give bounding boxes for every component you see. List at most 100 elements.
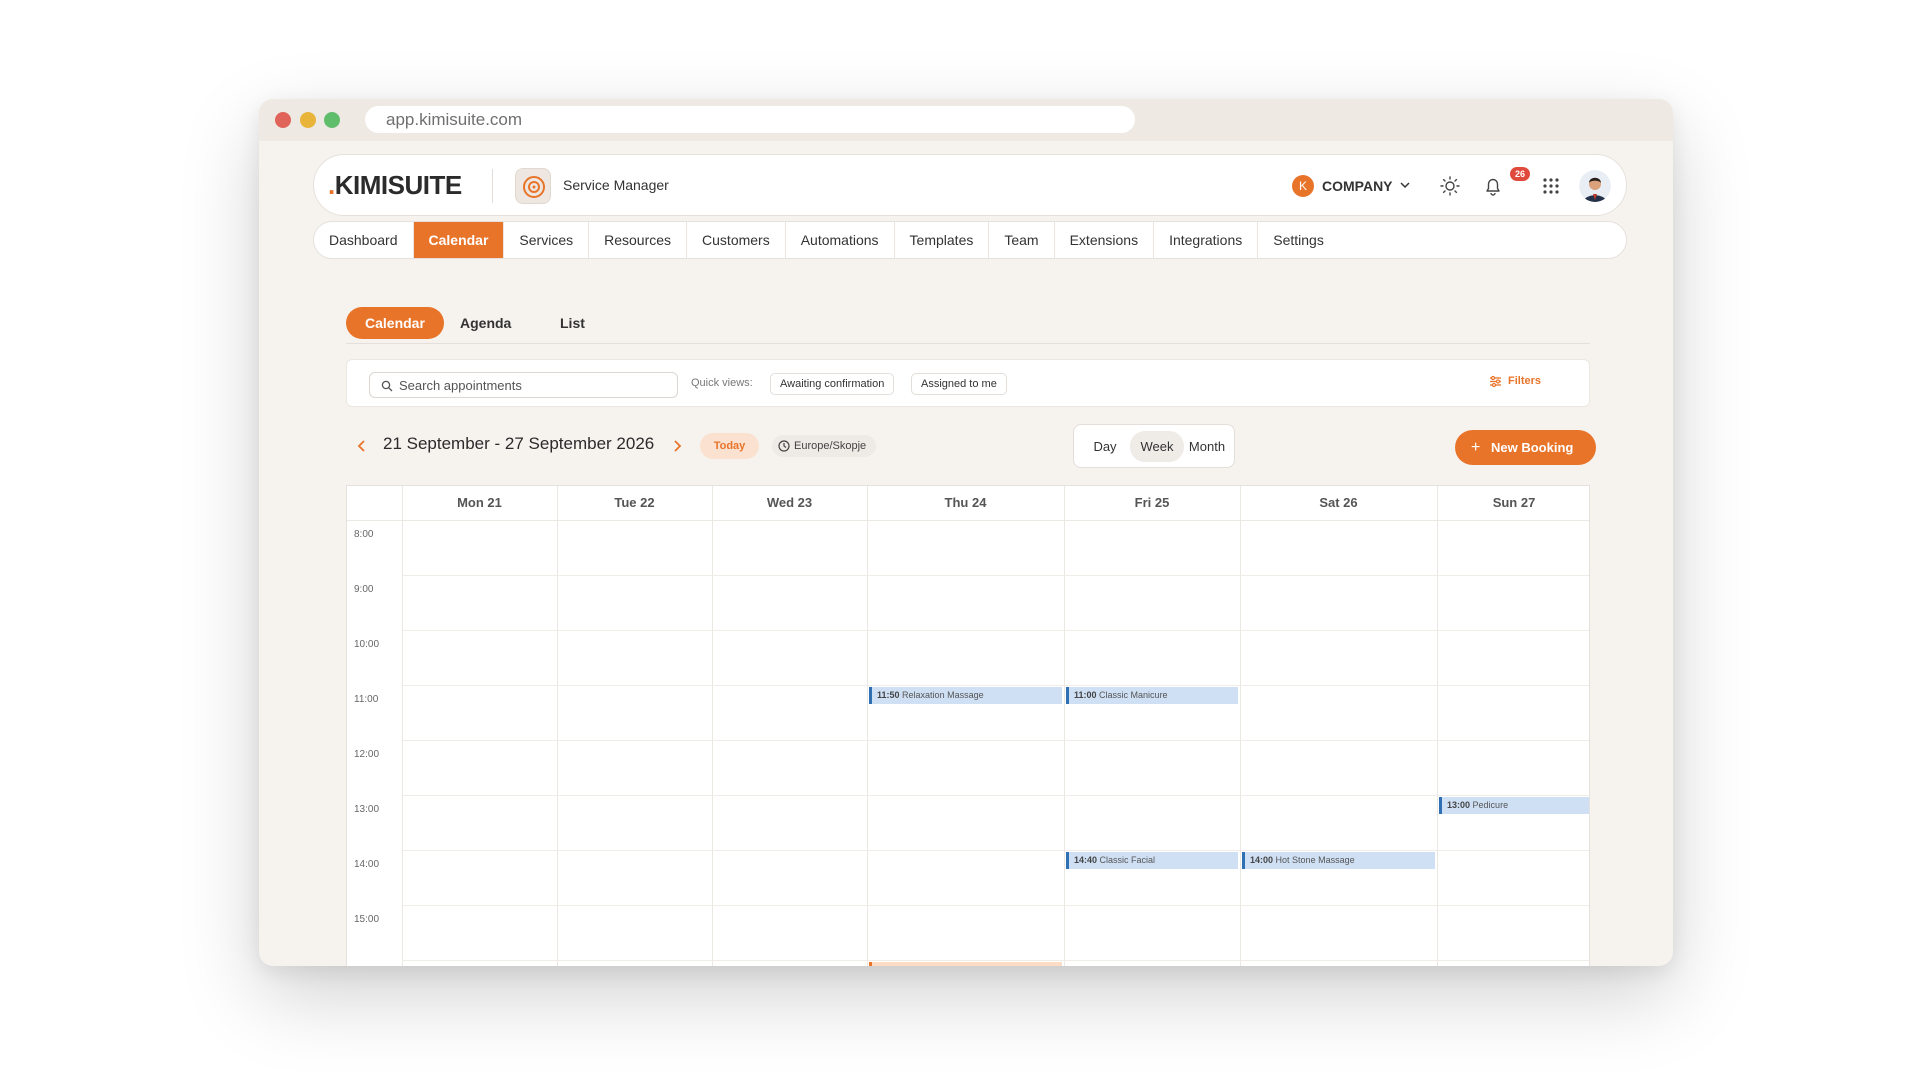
time-label: 9:00 xyxy=(354,584,374,595)
day-header-wed[interactable]: Wed 23 xyxy=(712,486,867,520)
grid-column-line xyxy=(867,486,868,966)
time-label: 8:00 xyxy=(354,529,374,540)
nav-calendar[interactable]: Calendar xyxy=(413,222,505,258)
app-name: Service Manager xyxy=(563,177,669,193)
kimisuite-logo[interactable]: .KIMISUITE xyxy=(328,170,462,201)
tabs-divider xyxy=(346,343,1590,344)
event-title: Pedicure xyxy=(1472,800,1509,810)
main-nav: Dashboard Calendar Services Resources Cu… xyxy=(313,221,1627,259)
filters-button[interactable]: Filters xyxy=(1490,375,1542,388)
hour-line xyxy=(402,960,1589,961)
search-panel: Search appointments Quick views: Awaitin… xyxy=(346,359,1590,407)
time-label: 10:00 xyxy=(354,639,380,650)
maximize-window-button[interactable] xyxy=(324,112,340,128)
hour-line xyxy=(402,630,1589,631)
range-switch: Day Week Month xyxy=(1073,424,1235,468)
nav-services[interactable]: Services xyxy=(504,222,590,258)
day-header-sat[interactable]: Sat 26 xyxy=(1240,486,1437,520)
header-divider xyxy=(492,169,493,203)
search-icon xyxy=(381,380,393,392)
event-time: 14:40 xyxy=(1074,855,1098,865)
grid-column-line xyxy=(1437,486,1438,966)
hour-line xyxy=(402,575,1589,576)
nav-integrations[interactable]: Integrations xyxy=(1154,222,1259,258)
user-avatar[interactable] xyxy=(1579,170,1611,202)
grid-column-line xyxy=(712,486,713,966)
prev-week-chevron-icon[interactable] xyxy=(356,439,368,453)
day-header-mon[interactable]: Mon 21 xyxy=(402,486,557,520)
grid-column-line xyxy=(557,486,558,966)
time-label: 15:00 xyxy=(354,914,380,925)
nav-templates[interactable]: Templates xyxy=(895,222,990,258)
tab-calendar[interactable]: Calendar xyxy=(346,307,444,339)
nav-automations[interactable]: Automations xyxy=(786,222,895,258)
day-header-tue[interactable]: Tue 22 xyxy=(557,486,712,520)
nav-extensions[interactable]: Extensions xyxy=(1055,222,1155,258)
day-header-sun[interactable]: Sun 27 xyxy=(1437,486,1589,520)
event-pedicure[interactable]: 13:00 Pedicure xyxy=(1439,797,1589,814)
hour-line xyxy=(402,740,1589,741)
nav-resources[interactable]: Resources xyxy=(589,222,688,258)
hour-line xyxy=(402,795,1589,796)
url-bar[interactable]: app.kimisuite.com xyxy=(365,106,1135,133)
timezone-selector[interactable]: Europe/Skopje xyxy=(772,435,877,457)
hour-line xyxy=(402,905,1589,906)
minimize-window-button[interactable] xyxy=(300,112,316,128)
event-partially-visible[interactable] xyxy=(869,962,1062,966)
event-relaxation-massage[interactable]: 11:50 Relaxation Massage xyxy=(869,687,1062,704)
event-classic-facial[interactable]: 14:40 Classic Facial xyxy=(1066,852,1238,869)
today-button[interactable]: Today xyxy=(700,433,759,459)
nav-dashboard[interactable]: Dashboard xyxy=(314,222,414,258)
bell-icon[interactable] xyxy=(1482,175,1504,197)
time-label: 12:00 xyxy=(354,749,380,760)
event-title: Classic Facial xyxy=(1099,855,1156,865)
grid-column-line xyxy=(1240,486,1241,966)
event-title: Hot Stone Massage xyxy=(1275,855,1355,865)
header-divider-line xyxy=(347,520,1589,521)
range-week-button[interactable]: Week xyxy=(1130,431,1184,462)
grid-column-line xyxy=(1064,486,1065,966)
search-input[interactable]: Search appointments xyxy=(369,372,678,398)
nav-settings[interactable]: Settings xyxy=(1258,222,1339,258)
tab-list[interactable]: List xyxy=(560,307,585,339)
search-placeholder: Search appointments xyxy=(399,378,522,393)
chevron-down-icon xyxy=(1400,182,1410,189)
day-header-fri[interactable]: Fri 25 xyxy=(1064,486,1240,520)
filters-label: Filters xyxy=(1508,375,1542,387)
event-time: 14:00 xyxy=(1250,855,1274,865)
timezone-label: Europe/Skopje xyxy=(794,440,867,452)
quick-views-label: Quick views: xyxy=(691,377,753,389)
grid-column-line xyxy=(402,486,403,966)
event-time: 11:50 xyxy=(877,690,900,700)
event-hot-stone-massage[interactable]: 14:00 Hot Stone Massage xyxy=(1242,852,1435,869)
hour-line xyxy=(402,850,1589,851)
service-manager-app-icon[interactable] xyxy=(515,168,551,204)
event-title: Relaxation Massage xyxy=(902,690,984,700)
sliders-icon xyxy=(1490,375,1501,388)
tab-agenda[interactable]: Agenda xyxy=(460,307,511,339)
next-week-chevron-icon[interactable] xyxy=(671,439,683,453)
logo-text: KIMISUITE xyxy=(334,170,462,200)
apps-grid-icon[interactable] xyxy=(1540,175,1562,197)
clock-icon xyxy=(778,440,790,452)
day-header-thu[interactable]: Thu 24 xyxy=(867,486,1064,520)
company-avatar: K xyxy=(1292,175,1314,197)
nav-customers[interactable]: Customers xyxy=(687,222,786,258)
range-month-button[interactable]: Month xyxy=(1185,431,1229,462)
time-label: 11:00 xyxy=(354,694,379,705)
close-window-button[interactable] xyxy=(275,112,291,128)
sun-icon[interactable] xyxy=(1439,175,1461,197)
new-booking-button[interactable]: + New Booking xyxy=(1455,430,1596,465)
hour-line xyxy=(402,685,1589,686)
quick-view-awaiting-confirmation[interactable]: Awaiting confirmation xyxy=(770,373,895,395)
quick-view-assigned-to-me[interactable]: Assigned to me xyxy=(911,373,1007,395)
time-label: 13:00 xyxy=(354,804,380,815)
event-time: 13:00 xyxy=(1447,800,1471,810)
app-header: .KIMISUITE Service Manager K COMPANY 26 xyxy=(313,154,1627,216)
new-booking-label: New Booking xyxy=(1491,440,1574,455)
range-day-button[interactable]: Day xyxy=(1082,431,1128,462)
browser-titlebar: app.kimisuite.com xyxy=(259,99,1673,141)
time-label: 14:00 xyxy=(354,859,380,870)
nav-team[interactable]: Team xyxy=(989,222,1055,258)
event-classic-manicure[interactable]: 11:00 Classic Manicure xyxy=(1066,687,1238,704)
